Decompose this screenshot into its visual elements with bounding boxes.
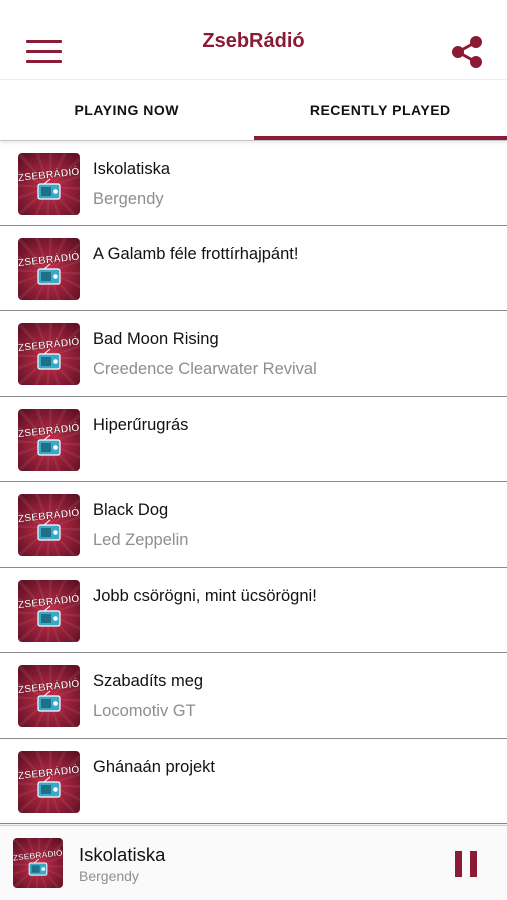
list-item-text: Hiperűrugrás	[93, 415, 495, 445]
recently-played-list: ZSEBRÁDIÓ Iskolatiska Bergendy ZSEBRÁDIÓ…	[0, 140, 507, 825]
tab-recently-played[interactable]: RECENTLY PLAYED	[253, 80, 507, 140]
song-title: Szabadíts meg	[93, 672, 204, 690]
song-title: Bad Moon Rising	[93, 330, 219, 348]
player-song-title: Iskolatiska	[79, 844, 166, 865]
list-item-text: Iskolatiska Bergendy	[93, 159, 495, 209]
list-item-text: Black Dog Led Zeppelin	[93, 500, 495, 550]
station-logo-thumbnail: ZSEBRÁDIÓ	[18, 494, 80, 556]
list-item[interactable]: ZSEBRÁDIÓ Hiperűrugrás	[0, 397, 507, 482]
song-title: Iskolatiska	[93, 160, 171, 178]
list-item[interactable]: ZSEBRÁDIÓ Iskolatiska Bergendy	[0, 140, 507, 226]
list-item[interactable]: ZSEBRÁDIÓ Jobb csörögni, mint ücsörögni!	[0, 568, 507, 653]
list-item[interactable]: ZSEBRÁDIÓ Bad Moon Rising Creedence Clea…	[0, 311, 507, 397]
song-title: Black Dog	[93, 501, 169, 519]
pause-icon[interactable]	[455, 851, 477, 877]
app-header: ZsebRádió	[0, 0, 507, 80]
list-item-text: Ghánaán projekt	[93, 757, 495, 787]
share-icon[interactable]	[449, 34, 485, 70]
mini-player[interactable]: ZSEBRÁDIÓ Iskolatiska Bergendy	[0, 825, 507, 900]
station-logo-thumbnail: ZSEBRÁDIÓ	[18, 153, 80, 215]
player-artist: Bergendy	[79, 868, 139, 884]
list-item-text: Bad Moon Rising Creedence Clearwater Rev…	[93, 329, 495, 379]
hamburger-menu-icon[interactable]	[24, 36, 64, 66]
artist-name: Led Zeppelin	[93, 531, 189, 549]
app-title: ZsebRádió	[202, 30, 305, 52]
tab-bar: PLAYING NOW RECENTLY PLAYED	[0, 80, 507, 140]
song-title: Ghánaán projekt	[93, 757, 216, 776]
station-logo-thumbnail: ZSEBRÁDIÓ	[18, 750, 80, 813]
song-title: A Galamb féle frottírhajpánt!	[93, 244, 299, 263]
station-logo-thumbnail: ZSEBRÁDIÓ	[18, 237, 80, 300]
tab-playing-now[interactable]: PLAYING NOW	[0, 80, 254, 140]
artist-name: Locomotiv GT	[93, 702, 196, 720]
list-item-text: Szabadíts meg Locomotiv GT	[93, 671, 495, 721]
list-item[interactable]: ZSEBRÁDIÓ Black Dog Led Zeppelin	[0, 482, 507, 568]
song-title: Jobb csörögni, mint ücsörögni!	[93, 586, 317, 605]
station-logo-thumbnail: ZSEBRÁDIÓ	[18, 665, 80, 727]
list-item[interactable]: ZSEBRÁDIÓ Ghánaán projekt	[0, 739, 507, 824]
station-logo-thumbnail: ZSEBRÁDIÓ	[18, 579, 80, 642]
list-item-text: A Galamb féle frottírhajpánt!	[93, 244, 495, 274]
station-logo-thumbnail: ZSEBRÁDIÓ	[18, 323, 80, 385]
station-logo-thumbnail: ZSEBRÁDIÓ	[18, 408, 80, 471]
artist-name: Creedence Clearwater Revival	[93, 360, 317, 378]
list-item[interactable]: ZSEBRÁDIÓ A Galamb féle frottírhajpánt!	[0, 226, 507, 311]
artist-name: Bergendy	[93, 190, 164, 208]
song-title: Hiperűrugrás	[93, 415, 189, 434]
list-item-text: Jobb csörögni, mint ücsörögni!	[93, 586, 495, 616]
station-logo-thumbnail: ZSEBRÁDIÓ	[13, 838, 63, 888]
list-item[interactable]: ZSEBRÁDIÓ Szabadíts meg Locomotiv GT	[0, 653, 507, 739]
